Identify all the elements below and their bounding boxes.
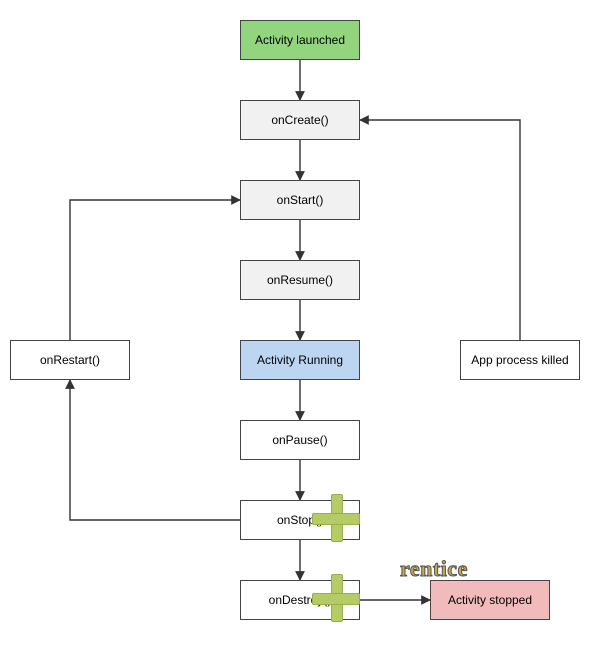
- node-label: onPause(): [272, 433, 327, 447]
- node-label: onDestroy(): [269, 593, 332, 607]
- edge-killed-oncreate: [360, 120, 520, 340]
- node-app-process-killed: App process killed: [460, 340, 580, 380]
- node-label: onCreate(): [271, 113, 328, 127]
- node-label: App process killed: [471, 353, 568, 367]
- edge-onstop-onrestart: [70, 380, 240, 520]
- node-activity-launched: Activity launched: [240, 20, 360, 60]
- node-label: Activity launched: [255, 33, 345, 47]
- node-onpause: onPause(): [240, 420, 360, 460]
- node-onrestart: onRestart(): [10, 340, 130, 380]
- node-label: Activity Running: [257, 353, 343, 367]
- watermark-text: rentice: [400, 556, 468, 582]
- node-oncreate: onCreate(): [240, 100, 360, 140]
- node-activity-running: Activity Running: [240, 340, 360, 380]
- node-label: onStop(): [277, 513, 323, 527]
- node-label: onRestart(): [40, 353, 100, 367]
- node-label: onStart(): [277, 193, 324, 207]
- edge-onrestart-onstart: [70, 200, 240, 340]
- lifecycle-diagram: Activity launched onCreate() onStart() o…: [0, 0, 601, 671]
- node-activity-stopped: Activity stopped: [430, 580, 550, 620]
- node-label: onResume(): [267, 273, 333, 287]
- node-ondestroy: onDestroy(): [240, 580, 360, 620]
- node-label: Activity stopped: [448, 593, 532, 607]
- node-onstart: onStart(): [240, 180, 360, 220]
- node-onresume: onResume(): [240, 260, 360, 300]
- node-onstop: onStop(): [240, 500, 360, 540]
